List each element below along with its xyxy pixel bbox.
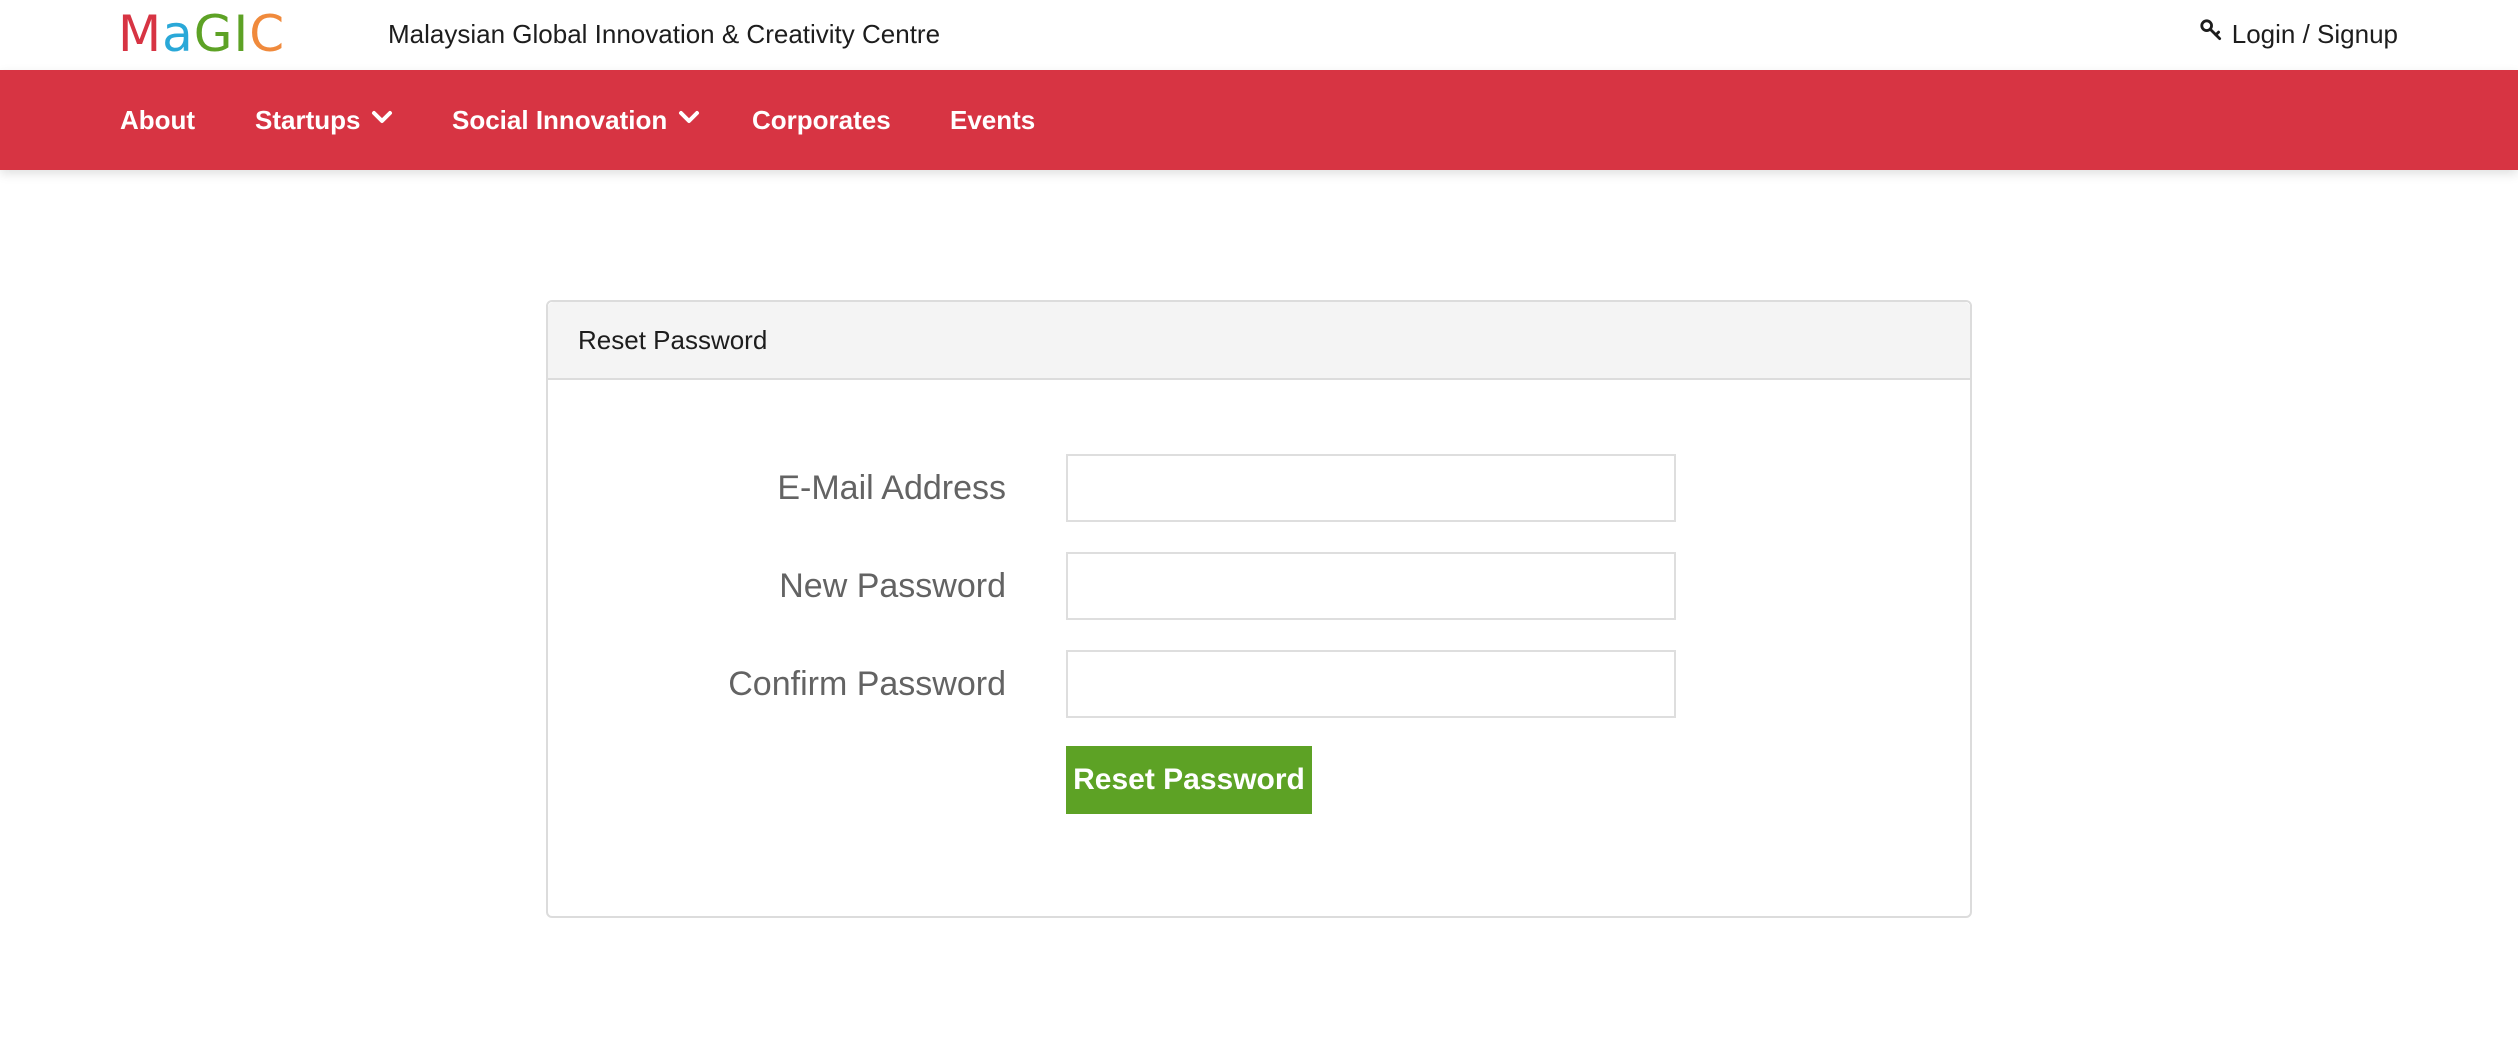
card-title: Reset Password xyxy=(578,324,768,355)
new-password-label: New Password xyxy=(779,566,1006,605)
confirm-password-row: Confirm Password xyxy=(548,650,1970,718)
nav-item-corporates[interactable]: Corporates xyxy=(752,70,891,170)
logo-letter-c: C xyxy=(249,5,286,63)
new-password-field[interactable] xyxy=(1066,552,1676,620)
nav-item-events[interactable]: Events xyxy=(950,70,1035,170)
logo-letter-a: a xyxy=(162,5,194,63)
logo-letter-g: G xyxy=(193,5,234,63)
nav-item-about[interactable]: About xyxy=(120,70,195,170)
nav-item-social-innovation[interactable]: Social Innovation xyxy=(452,70,701,170)
email-field[interactable] xyxy=(1066,454,1676,522)
new-password-row: New Password xyxy=(548,552,1970,620)
key-icon xyxy=(2198,17,2224,51)
nav-item-label: Social Innovation xyxy=(452,104,668,135)
email-row: E-Mail Address xyxy=(548,454,1970,522)
nav-item-label: About xyxy=(120,104,196,135)
reset-password-card: Reset Password E-Mail Address New Passwo… xyxy=(546,300,1972,918)
confirm-password-field[interactable] xyxy=(1066,650,1676,718)
logo-letter-i: I xyxy=(233,5,250,63)
confirm-password-label: Confirm Password xyxy=(728,664,1006,703)
nav-item-label: Corporates xyxy=(752,104,891,135)
top-header: M a G I C Malaysian Global Innovation & … xyxy=(0,0,2518,70)
logo-letter-m: M xyxy=(118,5,163,63)
chevron-down-icon xyxy=(677,105,701,136)
nav-item-label: Events xyxy=(950,104,1036,135)
chevron-down-icon xyxy=(370,105,394,136)
main-nav: About Startups Social Innovation Corpora… xyxy=(0,70,2518,170)
login-signup-label: Login / Signup xyxy=(2231,19,2398,49)
login-signup-link[interactable]: Login / Signup xyxy=(2198,17,2398,51)
nav-item-startups[interactable]: Startups xyxy=(255,70,394,170)
card-header: Reset Password xyxy=(548,302,1970,380)
nav-item-label: Startups xyxy=(255,104,361,135)
reset-password-button[interactable]: Reset Password xyxy=(1066,746,1312,814)
email-label: E-Mail Address xyxy=(777,468,1006,507)
site-name: Malaysian Global Innovation & Creativity… xyxy=(388,19,941,49)
magic-logo[interactable]: M a G I C xyxy=(118,5,286,63)
